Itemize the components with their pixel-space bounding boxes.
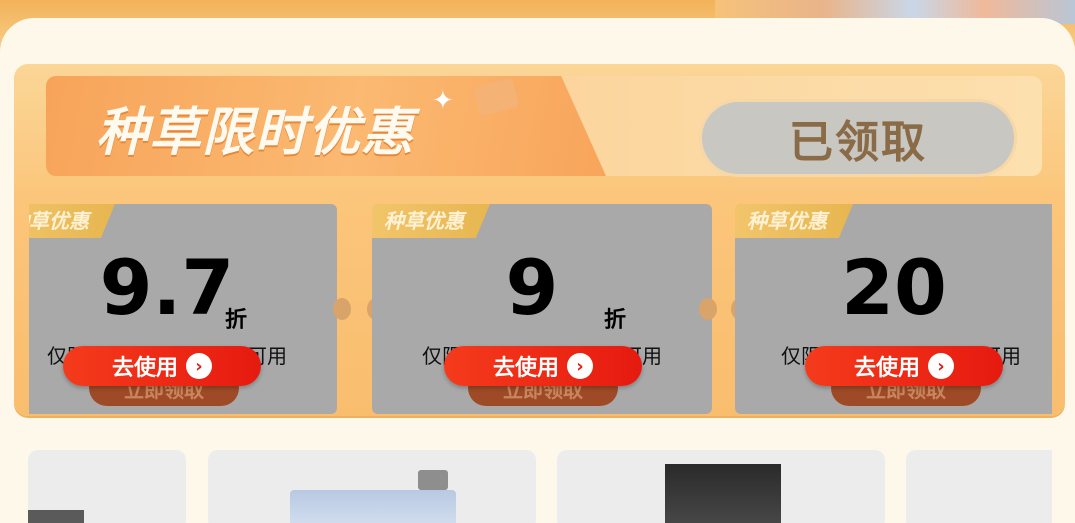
coupon-unit: 折	[604, 308, 627, 333]
use-button-label: 去使用	[492, 356, 559, 381]
chevron-right-icon: ›	[186, 353, 212, 379]
product-image	[290, 490, 456, 523]
use-coupon-button[interactable]: 去使用 ›	[63, 346, 261, 386]
coupon-value: 9.7	[99, 243, 235, 332]
chevron-right-icon: ›	[928, 353, 954, 379]
card-notch	[699, 298, 717, 320]
product-image	[28, 510, 84, 523]
coupon-card: 种草优惠 20 仅限方太品牌部分商品可用 立即领取 去使用 ›	[735, 204, 1052, 414]
coupon-card: 种草优惠 9.7 折 仅限老板品牌部分商品可用 立即领取 去使用 ›	[29, 204, 337, 414]
use-coupon-button[interactable]: 去使用 ›	[444, 346, 642, 386]
card-notch	[333, 298, 351, 320]
coupon-value: 9	[505, 243, 559, 332]
coupon-panel: 种草限时优惠 ✦ 已领取 种草优惠 9.7 折 仅限老板品牌部分商品可用 立即领…	[14, 64, 1065, 416]
coupon-tag: 种草优惠	[29, 204, 115, 238]
coupon-card: 种草优惠 9 折 仅限华帝品牌部分商品可用 立即领取 去使用 ›	[372, 204, 712, 414]
sparkle-icon: ✦	[432, 86, 454, 116]
use-button-label: 去使用	[853, 356, 920, 381]
use-coupon-button[interactable]: 去使用 ›	[805, 346, 1003, 386]
coupon-unit: 折	[225, 308, 248, 333]
product-row	[28, 450, 1052, 523]
claimed-button[interactable]: 已领取	[702, 102, 1014, 174]
promo-title: 种草限时优惠	[96, 103, 415, 163]
product-image	[418, 470, 448, 490]
coupon-tag: 种草优惠	[735, 204, 853, 238]
coupon-tag: 种草优惠	[372, 204, 490, 238]
product-card[interactable]	[557, 450, 885, 523]
coupon-list: 种草优惠 9.7 折 仅限老板品牌部分商品可用 立即领取 去使用 › 种草优惠 …	[29, 204, 1052, 414]
product-card[interactable]	[906, 450, 1052, 523]
promo-header: 种草限时优惠 ✦ 已领取	[46, 76, 1042, 176]
chevron-right-icon: ›	[567, 353, 593, 379]
product-image	[665, 464, 781, 523]
coupon-value: 20	[841, 243, 947, 332]
product-card[interactable]	[208, 450, 536, 523]
product-card[interactable]	[28, 450, 186, 523]
use-button-label: 去使用	[111, 356, 178, 381]
